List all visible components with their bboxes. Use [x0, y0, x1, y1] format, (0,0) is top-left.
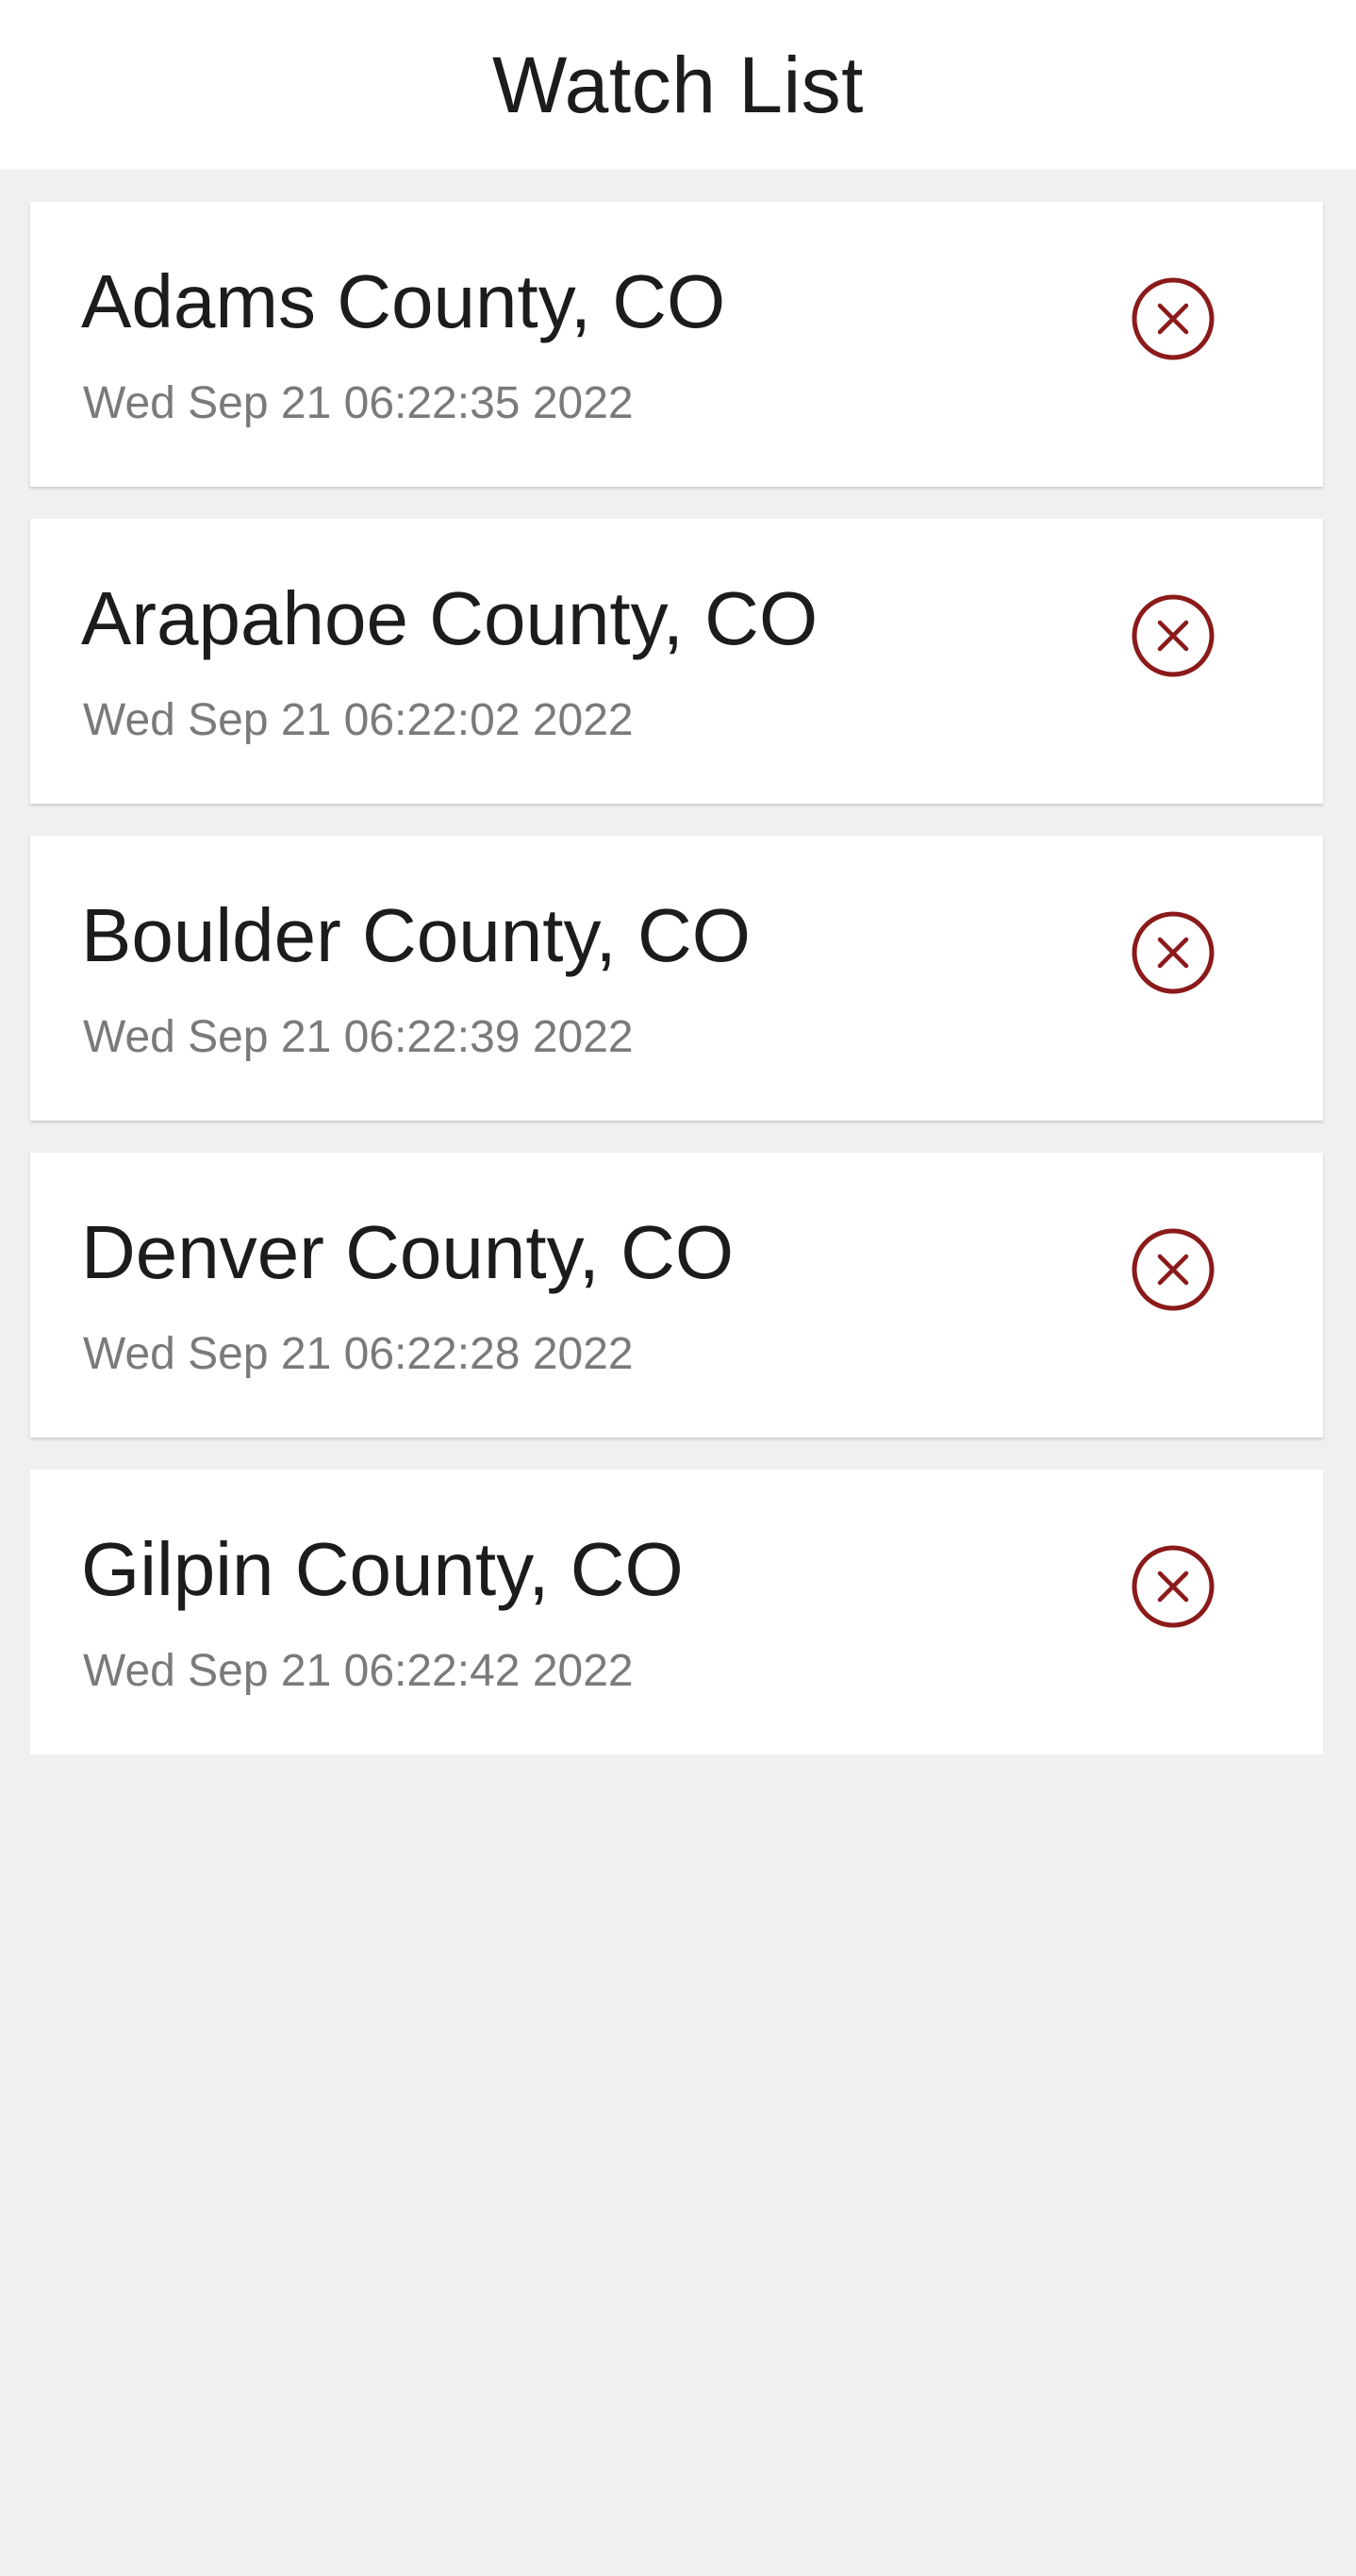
page-title: Watch List: [492, 40, 864, 129]
added-timestamp: Wed Sep 21 06:22:02 2022: [83, 695, 634, 745]
county-name: Arapahoe County, CO: [81, 576, 819, 660]
remove-circle-x-icon: [1132, 1228, 1215, 1311]
remove-button[interactable]: [1124, 1221, 1222, 1319]
watch-list-item[interactable]: Boulder County, CO Wed Sep 21 06:22:39 2…: [30, 836, 1323, 1121]
county-name: Boulder County, CO: [81, 893, 751, 977]
watch-list-item[interactable]: Denver County, CO Wed Sep 21 06:22:28 20…: [30, 1153, 1323, 1438]
watch-list-item[interactable]: Gilpin County, CO Wed Sep 21 06:22:42 20…: [30, 1470, 1323, 1754]
remove-circle-x-icon: [1132, 277, 1215, 360]
app-header: Watch List: [0, 0, 1356, 170]
county-name: Adams County, CO: [81, 259, 726, 343]
remove-button[interactable]: [1124, 270, 1222, 368]
added-timestamp: Wed Sep 21 06:22:35 2022: [83, 378, 634, 428]
county-name: Denver County, CO: [81, 1210, 735, 1294]
watch-list-item[interactable]: Arapahoe County, CO Wed Sep 21 06:22:02 …: [30, 519, 1323, 804]
added-timestamp: Wed Sep 21 06:22:39 2022: [83, 1012, 634, 1062]
remove-circle-x-icon: [1132, 594, 1215, 677]
county-name: Gilpin County, CO: [81, 1527, 684, 1611]
remove-circle-x-icon: [1132, 1545, 1215, 1628]
watch-list: Adams County, CO Wed Sep 21 06:22:35 202…: [30, 202, 1323, 1787]
remove-button[interactable]: [1124, 1537, 1222, 1636]
added-timestamp: Wed Sep 21 06:22:42 2022: [83, 1646, 634, 1696]
remove-button[interactable]: [1124, 587, 1222, 685]
remove-circle-x-icon: [1132, 911, 1215, 994]
remove-button[interactable]: [1124, 904, 1222, 1002]
watch-list-item[interactable]: Adams County, CO Wed Sep 21 06:22:35 202…: [30, 202, 1323, 487]
added-timestamp: Wed Sep 21 06:22:28 2022: [83, 1329, 634, 1379]
